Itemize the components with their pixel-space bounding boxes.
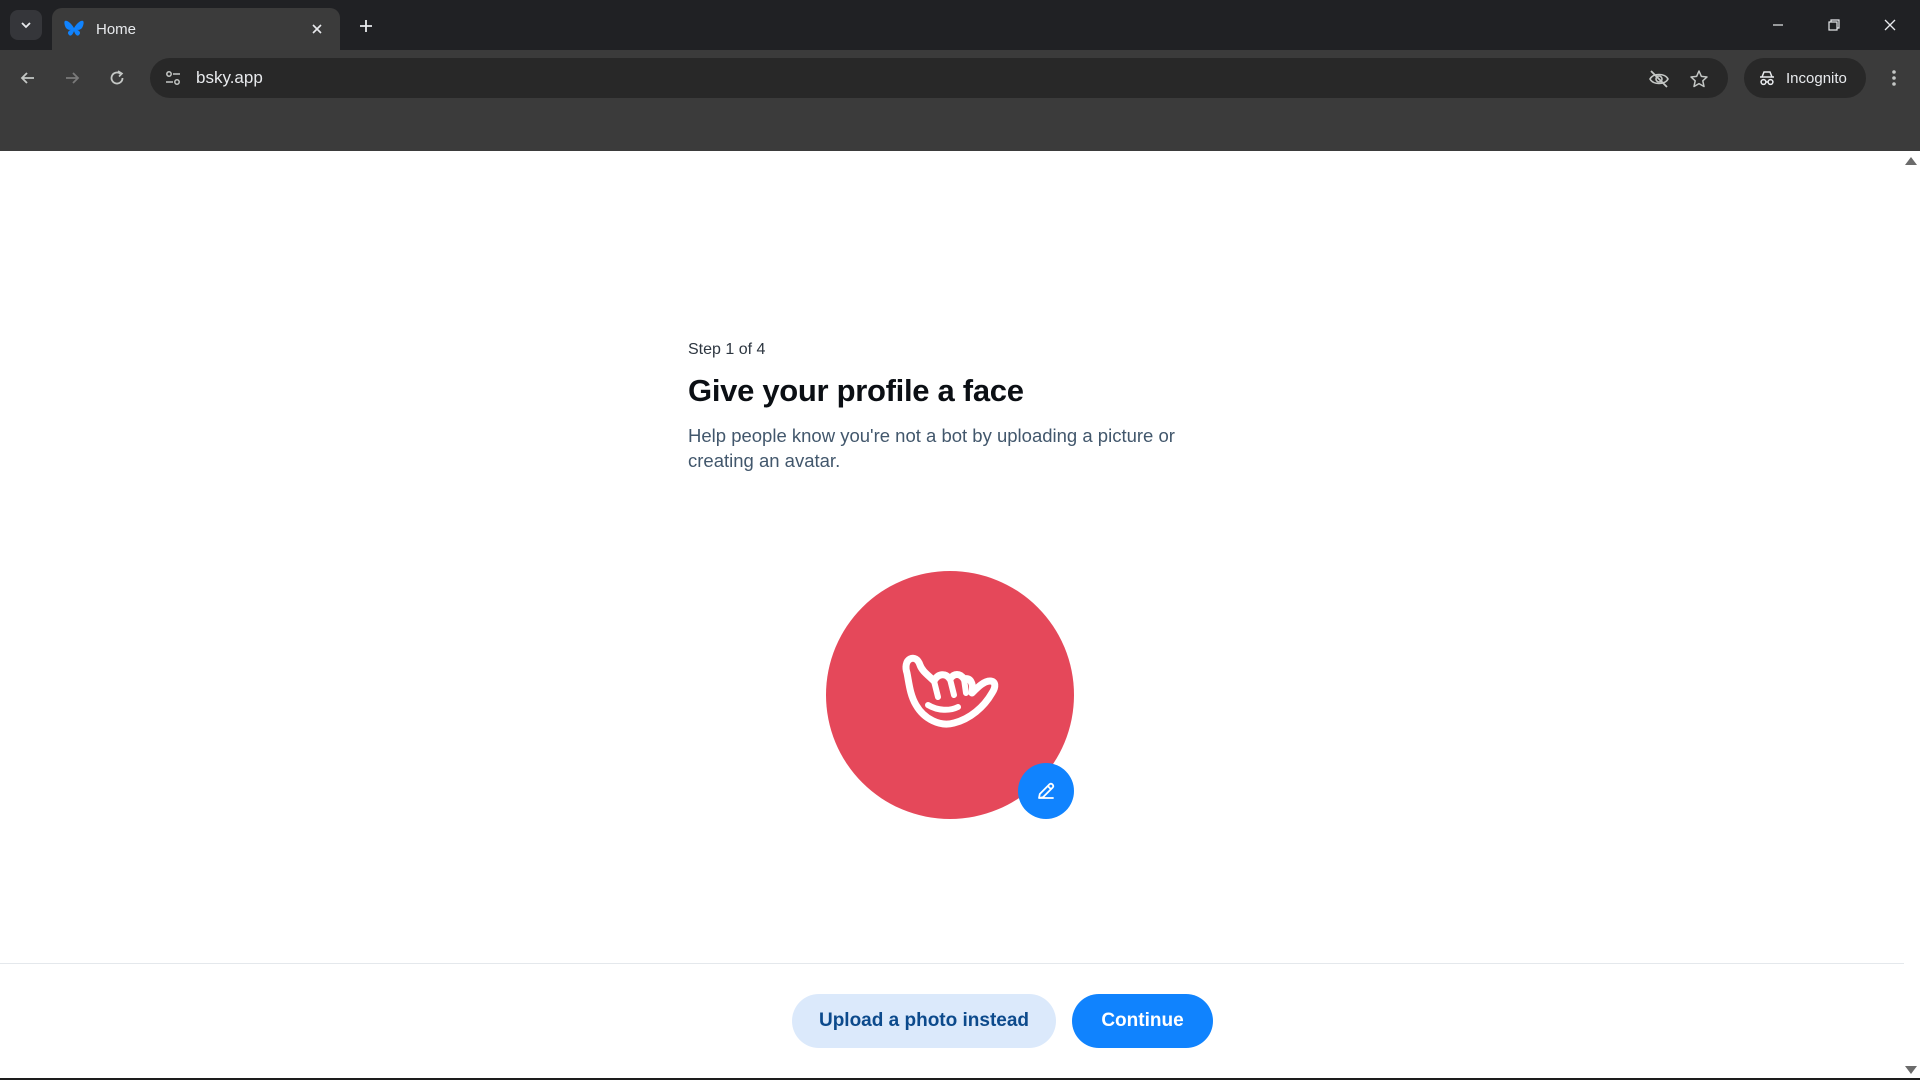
tab-title: Home	[96, 20, 137, 38]
forward-button[interactable]	[58, 64, 86, 92]
browser-toolbar: bsky.app Incognito	[0, 50, 1920, 106]
onboarding-header: Step 1 of 4 Give your profile a face Hel…	[688, 341, 1218, 473]
step-indicator: Step 1 of 4	[688, 341, 766, 358]
star-icon	[1690, 70, 1708, 88]
edit-avatar-button[interactable]	[1018, 763, 1074, 819]
tracking-protection-button[interactable]	[1646, 66, 1672, 92]
tab-search-button[interactable]	[10, 10, 42, 40]
close-icon	[312, 24, 322, 34]
close-window-button[interactable]	[1870, 10, 1910, 40]
new-tab-button[interactable]	[352, 12, 380, 40]
eye-off-icon	[1649, 70, 1669, 88]
page-viewport: Step 1 of 4 Give your profile a face Hel…	[0, 151, 1920, 1080]
shaka-hand-icon	[902, 654, 999, 728]
tab-close-button[interactable]	[306, 18, 328, 40]
incognito-indicator[interactable]: Incognito	[1744, 58, 1866, 98]
continue-button[interactable]: Continue	[1072, 994, 1213, 1048]
page-description: Help people know you're not a bot by upl…	[688, 425, 1175, 471]
more-vertical-icon	[1892, 70, 1896, 86]
browser-chrome: Home bsky.app Incognito	[0, 0, 1920, 151]
close-icon	[1884, 19, 1896, 31]
scroll-up-arrow[interactable]	[1905, 157, 1917, 165]
plus-icon	[360, 20, 372, 32]
incognito-label: Incognito	[1786, 69, 1847, 87]
onboarding-footer: Upload a photo instead Continue	[0, 963, 1904, 1080]
tune-icon	[166, 71, 180, 85]
browser-menu-button[interactable]	[1880, 64, 1908, 92]
reload-button[interactable]	[103, 64, 131, 92]
chevron-down-icon	[21, 22, 31, 29]
arrow-left-icon	[20, 72, 34, 84]
back-button[interactable]	[14, 64, 42, 92]
scroll-down-arrow[interactable]	[1905, 1066, 1917, 1074]
pencil-icon	[1038, 782, 1055, 799]
url-text[interactable]: bsky.app	[196, 68, 263, 88]
reload-icon	[110, 70, 124, 85]
avatar-editor	[826, 571, 1076, 821]
site-info-button[interactable]	[160, 65, 186, 91]
page-title: Give your profile a face	[688, 373, 1024, 408]
bluesky-butterfly-icon	[64, 20, 84, 36]
tab-home[interactable]: Home	[52, 8, 340, 50]
minimize-icon	[1773, 24, 1783, 26]
bookmark-button[interactable]	[1686, 66, 1712, 92]
tab-strip: Home	[0, 0, 1920, 50]
restore-button[interactable]	[1814, 10, 1854, 40]
minimize-button[interactable]	[1758, 10, 1798, 40]
page-scrollbar[interactable]	[1904, 151, 1920, 1080]
restore-icon	[1828, 19, 1840, 31]
arrow-right-icon	[66, 72, 80, 84]
incognito-icon	[1760, 71, 1774, 86]
address-bar[interactable]: bsky.app	[150, 58, 1728, 98]
upload-photo-button[interactable]: Upload a photo instead	[792, 994, 1056, 1048]
